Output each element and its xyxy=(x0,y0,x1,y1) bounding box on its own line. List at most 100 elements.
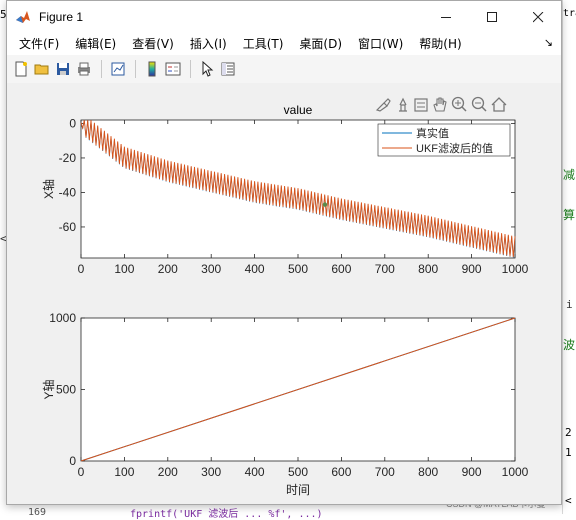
x-tick-label: 900 xyxy=(462,262,482,276)
toolbar xyxy=(7,55,561,84)
figure-window: Figure 1 文件(F) 编辑(E) 查看(V) 插入(I) 工具(T) 桌… xyxy=(6,0,562,505)
link-plot-icon xyxy=(111,62,125,76)
bg-code-line: fprintf('UKF 滤波后 ... %f', ...) xyxy=(130,509,323,520)
pointer-icon xyxy=(202,61,214,77)
print-button[interactable] xyxy=(74,59,94,79)
legend-label-ukf: UKF滤波后的值 xyxy=(416,141,493,155)
rotate-icon[interactable] xyxy=(414,98,428,112)
new-figure-button[interactable] xyxy=(11,59,31,79)
x-tick-label: 0 xyxy=(78,262,85,276)
toolbar-separator xyxy=(190,60,191,78)
x-tick-label: 300 xyxy=(201,465,221,479)
menu-file[interactable]: 文件(F) xyxy=(11,33,67,55)
save-icon xyxy=(57,63,69,75)
plot-svg: 0 100 200 300 400 500 600 700 800 900 1000 0 -20 -40 -… xyxy=(41,96,529,497)
legend: 真实值UKF滤波后的值 xyxy=(377,123,511,157)
x-tick-label: 900 xyxy=(462,465,482,479)
x-tick-label: 200 xyxy=(158,465,178,479)
x-tick-label: 500 xyxy=(288,465,308,479)
x-tick-label: 700 xyxy=(375,465,395,479)
menu-edit[interactable]: 编辑(E) xyxy=(67,33,124,55)
toolbar-separator xyxy=(135,60,136,78)
open-folder-icon xyxy=(34,64,49,75)
y-tick-label: 1000 xyxy=(49,311,76,325)
home-icon[interactable] xyxy=(491,97,507,112)
x-tick-label: 800 xyxy=(418,262,438,276)
x-tick-label: 600 xyxy=(331,262,351,276)
datatip-icon[interactable] xyxy=(399,97,407,112)
bg-right-fragment: 减 xyxy=(563,168,576,182)
bg-right-fragment: i xyxy=(566,298,573,311)
x-tick-label: 300 xyxy=(201,262,221,276)
menu-desktop[interactable]: 桌面(D) xyxy=(291,33,350,55)
bg-right-fragment: 1 xyxy=(565,446,572,459)
legend-button[interactable] xyxy=(163,59,183,79)
zoom-out-icon[interactable] xyxy=(471,96,487,112)
figure-canvas: 0 100 200 300 400 500 600 700 800 900 1000 0 -20 -40 -… xyxy=(7,83,561,504)
pan-icon[interactable] xyxy=(433,97,447,112)
y-axis-label: Y轴 xyxy=(41,379,56,399)
colorbar-button[interactable] xyxy=(142,59,162,79)
chart-title: value xyxy=(284,103,313,117)
menu-help[interactable]: 帮助(H) xyxy=(411,33,469,55)
x-tick-label: 1000 xyxy=(502,465,529,479)
x-tick-label: 600 xyxy=(331,465,351,479)
menu-tools[interactable]: 工具(T) xyxy=(235,33,292,55)
y-tick-label: 0 xyxy=(69,116,76,130)
property-inspector-button[interactable] xyxy=(218,59,238,79)
bg-right-fragment: < xyxy=(565,494,572,507)
bg-right-fragment: 2 xyxy=(565,426,572,439)
bottom-axes: 0 100 200 300 400 500 600 700 800 900 1000 0 500 1000… xyxy=(41,311,529,497)
maximize-icon xyxy=(486,11,497,22)
x-tick-label: 200 xyxy=(158,262,178,276)
brush-icon[interactable] xyxy=(375,98,391,112)
x-axis-label: 时间 xyxy=(286,483,310,497)
y-tick-label: -60 xyxy=(59,220,77,234)
colorbar-icon xyxy=(148,61,156,77)
close-button[interactable] xyxy=(515,1,561,33)
bg-right-fragment: tra xyxy=(563,8,576,19)
x-tick-label: 700 xyxy=(375,262,395,276)
x-tick-label: 100 xyxy=(114,262,134,276)
bg-left-fragment: 169 xyxy=(28,507,47,518)
legend-icon xyxy=(165,62,181,76)
bg-right-fragment: 算 xyxy=(563,208,576,222)
new-file-icon xyxy=(15,61,27,77)
open-button[interactable] xyxy=(32,59,52,79)
save-button[interactable] xyxy=(53,59,73,79)
close-icon xyxy=(532,11,543,22)
x-tick-label: 800 xyxy=(418,465,438,479)
y-tick-label: -40 xyxy=(59,185,77,199)
zoom-in-icon[interactable] xyxy=(451,96,467,112)
minimize-button[interactable] xyxy=(423,1,469,33)
property-editor-icon xyxy=(221,62,235,76)
matlab-icon xyxy=(16,11,30,23)
toolbar-separator xyxy=(101,60,102,78)
print-icon xyxy=(78,62,90,76)
bg-right-fragment: 波 xyxy=(563,338,576,352)
maximize-button[interactable] xyxy=(469,1,515,33)
y-tick-label: 500 xyxy=(56,383,76,397)
x-tick-label: 1000 xyxy=(502,262,529,276)
dock-arrow-icon[interactable]: ↘ xyxy=(544,36,553,49)
menu-bar: 文件(F) 编辑(E) 查看(V) 插入(I) 工具(T) 桌面(D) 窗口(W… xyxy=(7,33,561,55)
y-axis-label: X轴 xyxy=(41,179,56,199)
y-tick-label: 0 xyxy=(69,454,76,468)
x-tick-label: 500 xyxy=(288,262,308,276)
top-axes: 0 100 200 300 400 500 600 700 800 900 1000 0 -20 -40 -… xyxy=(41,103,529,276)
data-point-marker xyxy=(322,202,328,207)
legend-label-true: 真实值 xyxy=(416,126,449,140)
menu-view[interactable]: 查看(V) xyxy=(124,33,182,55)
x-tick-label: 400 xyxy=(245,262,265,276)
menu-insert[interactable]: 插入(I) xyxy=(182,33,235,55)
menu-window[interactable]: 窗口(W) xyxy=(350,33,411,55)
axes-toolbar xyxy=(375,96,507,112)
y-tick-label: -20 xyxy=(59,151,77,165)
minimize-icon xyxy=(440,16,451,18)
title-bar: Figure 1 xyxy=(7,1,561,33)
x-tick-label: 0 xyxy=(78,465,85,479)
edit-plot-button[interactable] xyxy=(197,59,217,79)
window-title: Figure 1 xyxy=(39,10,84,24)
x-tick-label: 400 xyxy=(245,465,265,479)
link-plot-button[interactable] xyxy=(108,59,128,79)
